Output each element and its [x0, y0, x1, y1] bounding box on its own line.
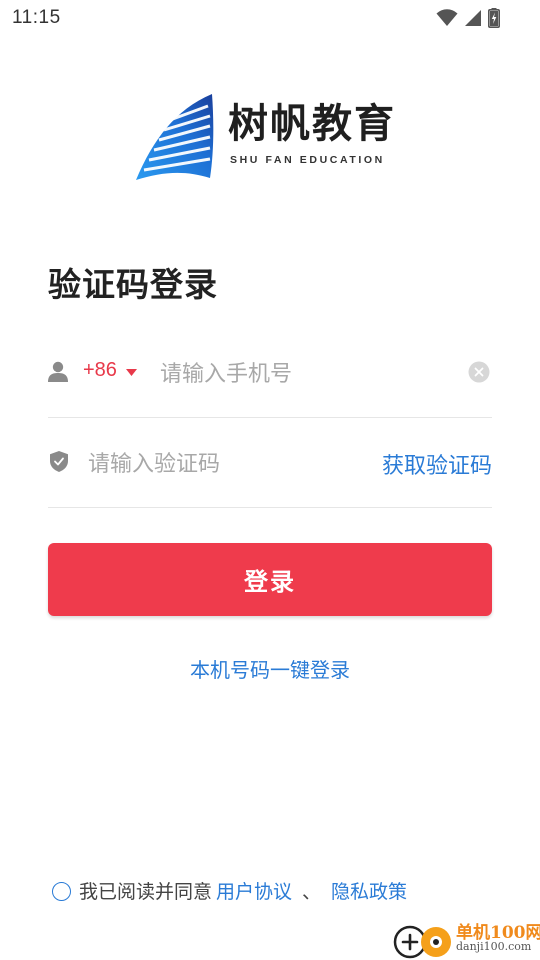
- login-button[interactable]: 登录: [48, 543, 492, 616]
- battery-charging-icon: [488, 8, 500, 28]
- agreement-row: 我已阅读并同意 用户协议 、 隐私政策: [52, 877, 407, 904]
- phone-row: +86: [48, 328, 492, 418]
- get-code-button[interactable]: 获取验证码: [382, 448, 492, 480]
- verification-code-input[interactable]: [88, 444, 358, 484]
- user-icon: [48, 361, 68, 382]
- agreement-text: 我已阅读并同意: [79, 881, 213, 903]
- clear-icon[interactable]: [468, 361, 490, 383]
- agreement-separator: 、: [302, 881, 322, 903]
- watermark-logo-icon: [393, 925, 451, 959]
- shield-icon: [50, 451, 68, 472]
- status-time: 11:15: [12, 7, 61, 28]
- wifi-icon: [436, 9, 458, 26]
- user-agreement-link[interactable]: 用户协议: [216, 877, 292, 904]
- agree-radio-icon[interactable]: [52, 881, 71, 901]
- status-bar: 11:15: [0, 0, 540, 36]
- page-title: 验证码登录: [48, 265, 218, 304]
- app-logo: 树帆教育 SHU FAN EDUCATION: [134, 92, 396, 184]
- code-row: 获取验证码: [48, 418, 492, 508]
- status-icons: [436, 8, 500, 28]
- phone-input[interactable]: [160, 354, 450, 394]
- signal-icon: [465, 10, 481, 26]
- caret-down-icon[interactable]: [126, 369, 137, 376]
- watermark-url: danji100.com: [456, 940, 532, 953]
- country-code-selector[interactable]: +86: [83, 359, 117, 382]
- sail-logo-icon: [136, 94, 214, 180]
- one-click-login-link[interactable]: 本机号码一键登录: [0, 654, 540, 683]
- privacy-policy-link[interactable]: 隐私政策: [331, 877, 407, 904]
- watermark: 单机100网 danji100.com: [392, 916, 540, 960]
- logo-subtitle: SHU FAN EDUCATION: [230, 154, 385, 166]
- logo-title: 树帆教育: [228, 101, 396, 147]
